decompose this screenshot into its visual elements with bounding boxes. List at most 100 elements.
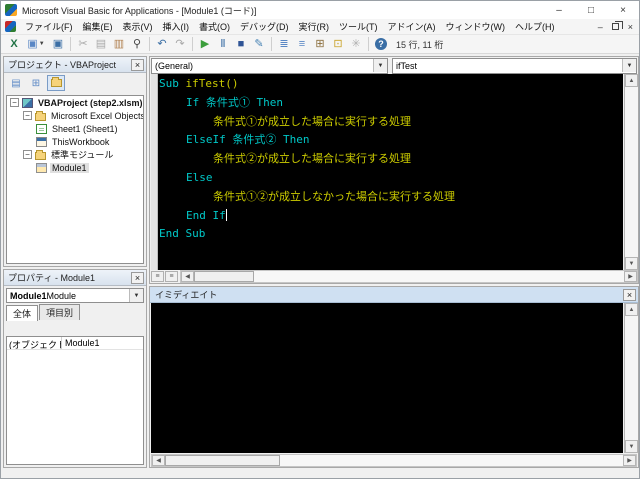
project-panel-header[interactable]: プロジェクト - VBAProject × (4, 57, 146, 73)
immediate-input-area[interactable] (151, 303, 623, 453)
code-line-7[interactable]: End If (159, 207, 623, 226)
tab-全体[interactable]: 全体 (6, 305, 39, 321)
scrollbar-thumb[interactable] (194, 271, 254, 282)
menu-item-8[interactable]: アドイン(A) (383, 18, 441, 35)
menu-item-4[interactable]: 書式(O) (194, 18, 235, 35)
folder-glyph (50, 77, 62, 87)
cut-icon[interactable]: ✂ (74, 36, 92, 53)
procedure-view-button[interactable]: ≡ (151, 271, 164, 282)
menu-item-6[interactable]: 実行(R) (294, 18, 335, 35)
immediate-vertical-scrollbar[interactable]: ▲ ▼ (624, 303, 638, 453)
scroll-down-icon[interactable]: ▼ (625, 257, 638, 270)
menu-item-5[interactable]: デバッグ(D) (235, 18, 294, 35)
break-icon[interactable]: Ⅱ (214, 36, 232, 53)
code-line-0[interactable]: Sub ifTest() (159, 75, 623, 94)
object-browser-icon[interactable]: ⊞ (311, 36, 329, 53)
menu-item-7[interactable]: ツール(T) (334, 18, 383, 35)
menu-item-1[interactable]: 編集(E) (78, 18, 118, 35)
view-excel-icon[interactable]: X (5, 36, 23, 53)
code-editor[interactable]: Sub ifTest() If 条件式① Then 条件式①が成立した場合に実行する… (151, 74, 623, 270)
chevron-down-icon[interactable]: ▼ (622, 59, 636, 72)
chevron-down-icon[interactable]: ▼ (373, 59, 387, 72)
paste-icon[interactable]: ▥ (110, 36, 128, 53)
project-explorer-icon[interactable]: ≣ (275, 36, 293, 53)
code-line-8[interactable]: End Sub (159, 225, 623, 244)
undo-icon[interactable]: ↶ (153, 36, 171, 53)
tree-item-1[interactable]: − Microsoft Excel Objects (7, 109, 143, 122)
selected-object-name: Module1 (10, 290, 47, 301)
folder-icon (35, 110, 46, 121)
menu-item-9[interactable]: ウィンドウ(W) (441, 18, 511, 35)
scroll-left-icon[interactable]: ◀ (152, 454, 165, 466)
reset-icon[interactable]: ■ (232, 36, 250, 53)
properties-window-icon[interactable]: ≡ (293, 36, 311, 53)
scroll-up-icon[interactable]: ▲ (625, 74, 638, 87)
toolbar-separator (149, 37, 150, 51)
tree-item-0[interactable]: − VBAProject (step2.xlsm) (7, 96, 143, 109)
redo-icon[interactable]: ↷ (171, 36, 189, 53)
toggle-folders-icon[interactable] (47, 75, 65, 91)
property-row[interactable]: (オブジェクト名)Module1 (7, 337, 143, 350)
code-line-1[interactable]: If 条件式① Then (159, 94, 623, 113)
copy-icon[interactable]: ▤ (92, 36, 110, 53)
help-icon[interactable]: ? (372, 36, 390, 53)
menu-item-2[interactable]: 表示(V) (118, 18, 158, 35)
code-horizontal-scrollbar[interactable]: ◀ ▶ (180, 270, 638, 283)
find-icon[interactable]: ⚲ (128, 36, 146, 53)
code-line-4[interactable]: 条件式②が成立した場合に実行する処理 (159, 150, 623, 169)
insert-userform-icon[interactable]: ▣ ▼ (23, 36, 49, 53)
code-text[interactable]: Sub ifTest() If 条件式① Then 条件式①が成立した場合に実行する… (159, 75, 623, 244)
maximize-button[interactable]: □ (575, 1, 607, 19)
object-dropdown[interactable]: (General) ▼ (151, 57, 388, 74)
code-margin-indicator-bar[interactable] (151, 74, 158, 270)
code-line-2[interactable]: 条件式①が成立した場合に実行する処理 (159, 113, 623, 132)
wizard-icon[interactable]: ✳ (347, 36, 365, 53)
code-segment-normal: 条件式①②が成立しなかった場合に実行する処理 (213, 189, 455, 203)
code-line-5[interactable]: Else (159, 169, 623, 188)
tree-expander-icon[interactable]: − (10, 98, 19, 107)
project-close-icon[interactable]: × (131, 58, 144, 71)
procedure-dropdown[interactable]: ifTest ▼ (392, 57, 637, 74)
chevron-down-icon[interactable]: ▼ (129, 289, 143, 302)
scroll-right-icon[interactable]: ▶ (624, 271, 637, 282)
tree-item-5[interactable]: Module1 (7, 161, 143, 174)
scroll-right-icon[interactable]: ▶ (623, 454, 636, 466)
code-line-6[interactable]: 条件式①②が成立しなかった場合に実行する処理 (159, 188, 623, 207)
scroll-left-icon[interactable]: ◀ (181, 271, 194, 282)
tab-項目別[interactable]: 項目別 (39, 304, 81, 320)
properties-close-icon[interactable]: × (131, 271, 144, 284)
menu-item-0[interactable]: ファイル(F) (20, 18, 78, 35)
tree-expander-icon[interactable]: − (23, 150, 32, 159)
code-line-3[interactable]: ElseIf 条件式② Then (159, 131, 623, 150)
immediate-close-icon[interactable]: × (623, 288, 636, 301)
chevron-down-icon[interactable]: ▼ (39, 36, 45, 53)
minimize-button[interactable]: – (543, 1, 575, 19)
tree-item-3[interactable]: ThisWorkbook (7, 135, 143, 148)
menu-item-3[interactable]: 挿入(I) (158, 18, 195, 35)
properties-object-selector[interactable]: Module1 Module ▼ (6, 288, 144, 303)
property-value[interactable]: Module1 (62, 337, 143, 349)
scroll-down-icon[interactable]: ▼ (625, 440, 638, 453)
tree-expander-icon[interactable]: − (23, 111, 32, 120)
help-glyph: ? (375, 38, 387, 50)
run-icon[interactable]: ▶ (196, 36, 214, 53)
mdi-minimize-button[interactable]: – (598, 22, 603, 32)
close-button[interactable]: × (607, 1, 639, 19)
menu-item-10[interactable]: ヘルプ(H) (510, 18, 560, 35)
view-object-icon[interactable]: ⊞ (27, 75, 45, 91)
immediate-panel-header[interactable]: イミディエイト × (150, 287, 638, 303)
properties-panel-header[interactable]: プロパティ - Module1 × (4, 270, 146, 286)
scrollbar-thumb[interactable] (165, 454, 280, 466)
view-code-icon[interactable]: ▤ (7, 75, 25, 91)
mdi-close-button[interactable]: × (628, 22, 633, 32)
mdi-restore-button[interactable] (611, 21, 623, 30)
full-module-view-button[interactable]: ≡ (165, 271, 178, 282)
code-vertical-scrollbar[interactable]: ▲ ▼ (624, 74, 638, 270)
immediate-horizontal-scrollbar[interactable]: ◀ ▶ (151, 453, 637, 467)
toolbox-icon[interactable]: ⊡ (329, 36, 347, 53)
tree-item-2[interactable]: Sheet1 (Sheet1) (7, 122, 143, 135)
scroll-up-icon[interactable]: ▲ (625, 303, 638, 316)
tree-item-4[interactable]: − 標準モジュール (7, 148, 143, 161)
save-icon[interactable]: ▣ (49, 36, 67, 53)
design-mode-icon[interactable]: ✎ (250, 36, 268, 53)
